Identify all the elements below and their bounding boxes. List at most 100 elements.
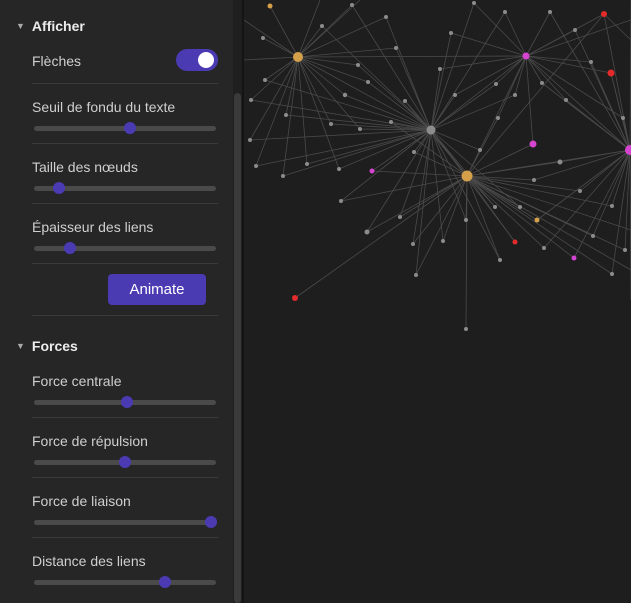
graph-node[interactable] xyxy=(512,239,518,245)
graph-node[interactable] xyxy=(534,217,540,223)
graph-node[interactable] xyxy=(623,248,627,252)
graph-node[interactable] xyxy=(601,11,607,17)
divider xyxy=(32,143,218,144)
graph-node[interactable] xyxy=(342,92,348,98)
node-size-slider[interactable] xyxy=(34,181,216,195)
graph-node[interactable] xyxy=(248,138,252,142)
graph-node[interactable] xyxy=(438,67,442,71)
graph-node[interactable] xyxy=(249,98,253,102)
graph-node[interactable] xyxy=(518,205,522,209)
graph-node[interactable] xyxy=(542,246,546,250)
graph-node[interactable] xyxy=(493,205,497,209)
link-thickness-slider[interactable] xyxy=(34,241,216,255)
forces-section-header[interactable]: ▼ Forces xyxy=(16,336,78,356)
graph-node[interactable] xyxy=(591,234,595,238)
arrows-toggle[interactable] xyxy=(176,49,218,71)
graph-node[interactable] xyxy=(441,239,445,243)
graph-node[interactable] xyxy=(292,295,298,301)
graph-link xyxy=(250,56,299,101)
graph-node[interactable] xyxy=(412,150,416,154)
graph-node[interactable] xyxy=(305,162,309,166)
graph-node[interactable] xyxy=(414,273,418,277)
toggle-knob xyxy=(198,52,214,68)
graph-link xyxy=(442,175,468,242)
graph-node[interactable] xyxy=(461,170,473,182)
graph-node[interactable] xyxy=(557,159,563,165)
graph-node[interactable] xyxy=(389,120,393,124)
slider-thumb[interactable] xyxy=(119,456,131,468)
graph-node[interactable] xyxy=(578,189,582,193)
graph-node[interactable] xyxy=(548,10,552,14)
divider xyxy=(32,537,218,538)
graph-node[interactable] xyxy=(281,174,285,178)
slider-thumb[interactable] xyxy=(64,242,77,254)
graph-node[interactable] xyxy=(498,258,502,262)
graph-link xyxy=(430,11,506,131)
graph-canvas[interactable] xyxy=(244,0,631,603)
graph-node[interactable] xyxy=(610,272,614,276)
graph-node[interactable] xyxy=(339,199,343,203)
slider-thumb[interactable] xyxy=(159,576,172,588)
graph-node[interactable] xyxy=(496,116,500,120)
slider-thumb[interactable] xyxy=(120,396,133,408)
graph-node[interactable] xyxy=(394,46,398,50)
divider xyxy=(32,315,218,316)
graph-node[interactable] xyxy=(621,116,625,120)
graph-node[interactable] xyxy=(449,31,453,35)
graph-node[interactable] xyxy=(358,127,362,131)
graph-node[interactable] xyxy=(540,81,544,85)
graph-node[interactable] xyxy=(320,24,324,28)
animate-button[interactable]: Animate xyxy=(108,274,206,305)
graph-node[interactable] xyxy=(589,60,593,64)
graph-node[interactable] xyxy=(398,215,402,219)
graph-node[interactable] xyxy=(503,10,507,14)
graph-link xyxy=(430,2,475,131)
graph-node[interactable] xyxy=(573,28,577,32)
graph-node[interactable] xyxy=(529,140,537,148)
graph-node[interactable] xyxy=(329,122,333,126)
graph-node[interactable] xyxy=(293,52,303,62)
graph-node[interactable] xyxy=(571,255,577,261)
graph-node[interactable] xyxy=(284,113,288,117)
slider-thumb[interactable] xyxy=(124,122,137,134)
graph-node[interactable] xyxy=(403,99,407,103)
graph-node[interactable] xyxy=(607,69,615,77)
repel-force-label: Force de répulsion xyxy=(32,433,148,449)
link-distance-slider[interactable] xyxy=(34,575,216,589)
slider-thumb[interactable] xyxy=(204,516,217,528)
graph-node[interactable] xyxy=(366,80,370,84)
graph-node[interactable] xyxy=(337,167,341,171)
graph-node[interactable] xyxy=(350,3,354,7)
graph-node[interactable] xyxy=(464,327,468,331)
graph-node[interactable] xyxy=(610,204,614,208)
graph-node[interactable] xyxy=(356,63,360,67)
graph-settings-panel: ▼ Afficher Flèches Seuil de fondu du tex… xyxy=(0,0,233,603)
graph-node[interactable] xyxy=(426,125,436,135)
graph-node[interactable] xyxy=(494,82,498,86)
graph-node[interactable] xyxy=(261,36,265,40)
link-force-slider[interactable] xyxy=(34,515,217,529)
graph-node[interactable] xyxy=(411,242,415,246)
graph-node[interactable] xyxy=(478,148,482,152)
display-section-header[interactable]: ▼ Afficher xyxy=(16,16,85,36)
graph-node[interactable] xyxy=(453,93,457,97)
graph-node[interactable] xyxy=(254,164,258,168)
text-fade-slider[interactable] xyxy=(34,121,216,135)
graph-node[interactable] xyxy=(564,98,568,102)
graph-node[interactable] xyxy=(364,229,370,235)
graph-node[interactable] xyxy=(464,218,468,222)
graph-node[interactable] xyxy=(532,178,536,182)
graph-node[interactable] xyxy=(384,15,388,19)
graph-node[interactable] xyxy=(522,52,530,60)
scrollbar-thumb[interactable] xyxy=(234,93,241,603)
graph-node[interactable] xyxy=(263,78,267,82)
repel-force-slider[interactable] xyxy=(34,455,216,469)
center-force-slider[interactable] xyxy=(34,395,216,409)
graph-node[interactable] xyxy=(472,1,476,5)
link-thickness-label: Épaisseur des liens xyxy=(32,219,154,235)
graph-node[interactable] xyxy=(513,93,517,97)
graph-node[interactable] xyxy=(369,168,375,174)
graph-node[interactable] xyxy=(267,3,273,9)
slider-thumb[interactable] xyxy=(53,182,66,194)
graph-view[interactable] xyxy=(244,0,631,603)
